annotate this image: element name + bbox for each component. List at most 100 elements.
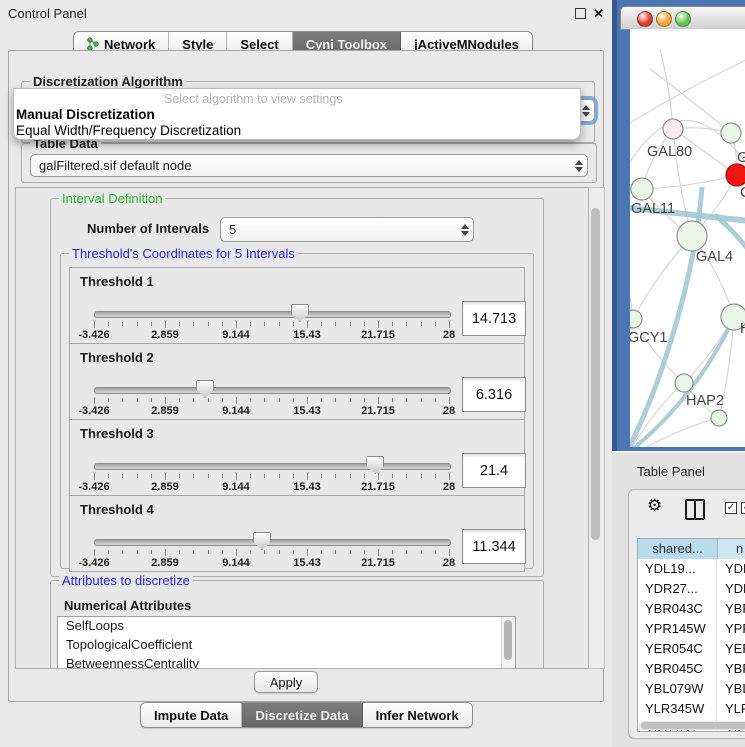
table-cell[interactable]: YLR3 xyxy=(717,699,745,719)
slider-tick xyxy=(208,474,209,478)
slider-tick xyxy=(165,321,166,328)
network-node-GAL4[interactable] xyxy=(677,221,707,251)
slider-thumb[interactable] xyxy=(196,380,214,398)
network-node-node-small[interactable] xyxy=(711,410,727,426)
list-scrollbar[interactable] xyxy=(501,617,515,669)
scrollbar-thumb[interactable] xyxy=(641,722,745,729)
slider-thumb[interactable] xyxy=(291,304,309,322)
table-cell[interactable]: YBL0 xyxy=(717,679,745,699)
table-row[interactable]: YDR27...YDR2 xyxy=(638,579,745,599)
threshold-2-slider[interactable] xyxy=(94,387,451,394)
slider-tick xyxy=(222,398,223,402)
network-node-HAP2[interactable] xyxy=(675,374,693,392)
stepper-icon[interactable] xyxy=(571,160,587,172)
network-canvas[interactable]: GAL80GACGAL11GAL4GCY1HHAP2 xyxy=(630,29,745,447)
table-row[interactable]: YLR345WYLR3 xyxy=(638,699,745,719)
slider-tick xyxy=(264,550,265,554)
table-row[interactable]: YBR043CYBR0 xyxy=(638,599,745,619)
threshold-1-value-field[interactable] xyxy=(462,301,526,336)
table-header: shared... n xyxy=(638,539,745,559)
stepper-icon[interactable] xyxy=(457,224,473,236)
table-row[interactable]: YER054CYER0 xyxy=(638,639,745,659)
threshold-4-value-field[interactable] xyxy=(462,529,526,564)
threshold-4-slider[interactable] xyxy=(94,539,451,546)
table-cell[interactable]: YDL19... xyxy=(638,559,717,579)
table-row[interactable]: YPR145WYPR1 xyxy=(638,619,745,639)
slider-tick xyxy=(392,322,393,326)
table-data-combobox[interactable]: galFiltered.sif default node xyxy=(30,154,588,177)
table-cell[interactable]: YDR27... xyxy=(638,579,717,599)
table-cell[interactable]: YBR043C xyxy=(638,599,717,619)
table-cell[interactable]: YBR0 xyxy=(717,599,745,619)
table-cell[interactable]: YER0 xyxy=(717,639,745,659)
zoom-traffic-light[interactable] xyxy=(675,11,691,27)
slider-tick xyxy=(151,474,152,478)
tab-infer-network[interactable]: Infer Network xyxy=(363,703,472,727)
network-node-label: GAL80 xyxy=(647,144,692,160)
slider-tick xyxy=(122,550,123,554)
table-cell[interactable]: YDR2 xyxy=(717,579,745,599)
apply-button[interactable]: Apply xyxy=(254,671,318,693)
float-icon[interactable] xyxy=(575,8,586,19)
slider-tick-label: 9.144 xyxy=(222,329,250,341)
network-node-GA[interactable] xyxy=(721,123,741,143)
attributes-listbox: SelfLoops TopologicalCoefficient Between… xyxy=(57,616,516,669)
dropdown-item-manual[interactable]: Manual Discretization xyxy=(16,107,155,122)
threshold-1-block: Threshold 1 -3.4262.8599.14415.4321.7152… xyxy=(69,267,525,344)
slider-thumb[interactable] xyxy=(253,532,271,550)
tab-impute-data[interactable]: Impute Data xyxy=(141,703,242,727)
table-cell[interactable]: YER054C xyxy=(638,639,717,659)
slider-tick xyxy=(335,398,336,402)
slider-tick xyxy=(293,474,294,478)
column-layout-icon[interactable] xyxy=(685,499,705,520)
table-row[interactable]: YBL079WYBL0 xyxy=(638,679,745,699)
table-row[interactable]: YBR045CYBR0 xyxy=(638,659,745,679)
gear-icon[interactable]: ⚙ xyxy=(647,496,662,516)
threshold-2-value-field[interactable] xyxy=(462,377,526,412)
table-cell[interactable]: YLR345W xyxy=(638,699,717,719)
slider-tick xyxy=(208,398,209,402)
slider-tick xyxy=(321,322,322,326)
network-node-GCY1[interactable] xyxy=(630,310,642,328)
threshold-3-value-field[interactable] xyxy=(462,453,526,488)
slider-tick-label: 21.715 xyxy=(361,557,395,569)
slider-thumb[interactable] xyxy=(366,456,384,474)
horizontal-scrollbar[interactable] xyxy=(639,721,745,730)
scrollbar-thumb[interactable] xyxy=(591,208,600,540)
close-icon[interactable]: ✕ xyxy=(593,6,604,22)
table-cell[interactable]: YBR045C xyxy=(638,659,717,679)
close-traffic-light[interactable] xyxy=(637,11,653,27)
list-item[interactable]: SelfLoops xyxy=(58,617,515,636)
table-cell[interactable]: YDL1 xyxy=(717,559,745,579)
network-node-GAL11[interactable] xyxy=(631,178,653,200)
network-node-GAL80[interactable] xyxy=(663,119,683,139)
slider-tick xyxy=(122,398,123,402)
list-item[interactable]: BetweennessCentrality xyxy=(58,655,515,669)
checkbox-icon[interactable]: ✓ xyxy=(741,502,745,514)
minimize-traffic-light[interactable] xyxy=(656,11,672,27)
table-cell[interactable]: YPR1 xyxy=(717,619,745,639)
column-header-shared-name[interactable]: shared... xyxy=(638,539,718,559)
vertical-scrollbar[interactable] xyxy=(588,187,605,669)
table-cell[interactable]: YBR0 xyxy=(717,659,745,679)
column-header-name[interactable]: n xyxy=(718,539,745,559)
threshold-3-slider[interactable] xyxy=(94,463,451,470)
table-data-group: Table Data galFiltered.sif default node xyxy=(21,143,597,183)
slider-tick xyxy=(236,397,237,404)
network-node-red-node[interactable] xyxy=(726,164,745,186)
checkbox-icon[interactable]: ✓ xyxy=(725,502,737,514)
numerical-attributes-label: Numerical Attributes xyxy=(64,598,191,613)
slider-tick xyxy=(293,398,294,402)
number-of-intervals-combobox[interactable]: 5 xyxy=(220,217,474,242)
list-item[interactable]: TopologicalCoefficient xyxy=(58,636,515,655)
slider-tick xyxy=(122,322,123,326)
table-row[interactable]: YDL19...YDL1 xyxy=(638,559,745,579)
slider-tick xyxy=(321,474,322,478)
threshold-1-slider[interactable] xyxy=(94,311,451,318)
table-cell[interactable]: YBL079W xyxy=(638,679,717,699)
dropdown-item-equal-width[interactable]: Equal Width/Frequency Discretization xyxy=(16,123,241,138)
tab-discretize-data[interactable]: Discretize Data xyxy=(242,703,362,727)
group-title: Interval Definition xyxy=(59,191,165,206)
slider-tick xyxy=(307,321,308,328)
table-cell[interactable]: YPR145W xyxy=(638,619,717,639)
